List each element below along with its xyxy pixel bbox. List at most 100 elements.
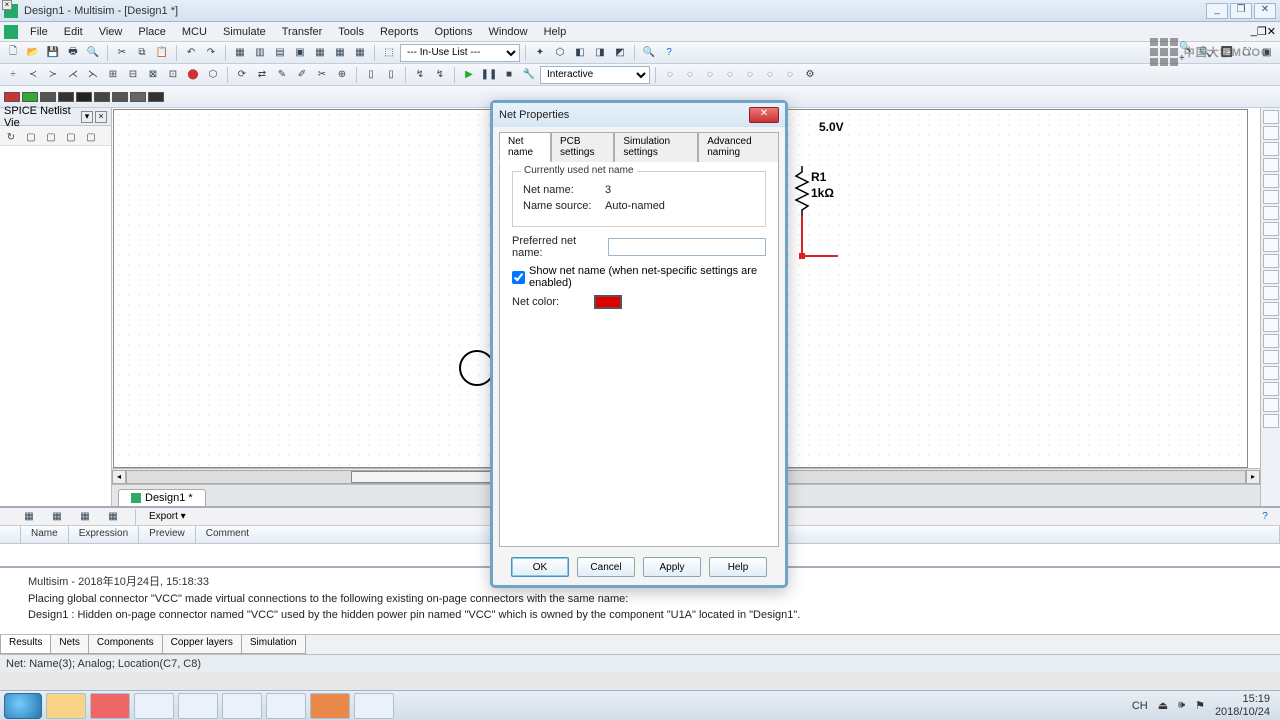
preferred-net-name-input[interactable] — [608, 238, 766, 256]
interactive-select[interactable]: Interactive — [540, 66, 650, 84]
mdi-close[interactable]: ✕ — [1267, 25, 1276, 38]
inst-6[interactable] — [1263, 190, 1279, 204]
tb-d[interactable]: ▣ — [291, 44, 309, 62]
watch-add-icon[interactable]: ▦ — [20, 508, 38, 526]
zoom-area-icon[interactable]: 🔲 — [1218, 44, 1236, 62]
tb-h[interactable]: ⬚ — [380, 44, 398, 62]
watch-b3[interactable]: ▦ — [76, 508, 94, 526]
watch-col-name[interactable]: Name — [21, 526, 69, 543]
place-part-icon[interactable]: ÷ — [4, 66, 22, 84]
chip-dark6[interactable] — [130, 92, 146, 102]
chip-dark2[interactable] — [58, 92, 74, 102]
inst-7[interactable] — [1263, 206, 1279, 220]
s8[interactable]: ⊠ — [144, 66, 162, 84]
s13[interactable]: ⇄ — [253, 66, 271, 84]
tab-net-name[interactable]: Net name — [499, 132, 551, 162]
chip-dark7[interactable] — [148, 92, 164, 102]
zoom-fit-icon[interactable]: ⛶ — [1238, 44, 1256, 62]
s4[interactable]: ⋌ — [64, 66, 82, 84]
redo-icon[interactable]: ↷ — [202, 44, 220, 62]
chip-dark3[interactable] — [76, 92, 92, 102]
open-icon[interactable]: 📂 — [24, 44, 42, 62]
chip-red[interactable] — [4, 92, 20, 102]
inst-18[interactable] — [1263, 382, 1279, 396]
copy-icon[interactable]: ⧉ — [133, 44, 151, 62]
scroll-left[interactable]: ◂ — [112, 470, 126, 484]
zoom-out-icon[interactable]: 🔍- — [1198, 44, 1216, 62]
s27[interactable]: ◌ — [761, 66, 779, 84]
inst-14[interactable] — [1263, 318, 1279, 332]
paste-icon[interactable]: 📋 — [153, 44, 171, 62]
menu-window[interactable]: Window — [480, 24, 535, 40]
inst-4[interactable] — [1263, 158, 1279, 172]
inst-17[interactable] — [1263, 366, 1279, 380]
refresh-icon[interactable]: ↻ — [2, 128, 20, 146]
print-icon[interactable]: 🖶 — [64, 44, 82, 62]
inst-5[interactable] — [1263, 174, 1279, 188]
inst-1[interactable] — [1263, 110, 1279, 124]
inst-8[interactable] — [1263, 222, 1279, 236]
menu-edit[interactable]: Edit — [56, 24, 91, 40]
tray-icon2[interactable]: 🕪 — [1178, 699, 1185, 712]
net-color-button[interactable] — [594, 295, 622, 309]
cancel-button[interactable]: Cancel — [577, 557, 635, 577]
dialog-close-button[interactable]: ✕ — [749, 107, 779, 123]
tb-n[interactable]: 🔍 — [640, 44, 658, 62]
inst-2[interactable] — [1263, 126, 1279, 140]
s24[interactable]: ◌ — [701, 66, 719, 84]
menu-place[interactable]: Place — [130, 24, 174, 40]
task-qq[interactable] — [134, 693, 174, 719]
s16[interactable]: ✂ — [313, 66, 331, 84]
tray-icon3[interactable]: ⚑ — [1195, 699, 1205, 712]
s14[interactable]: ✎ — [273, 66, 291, 84]
tb-f[interactable]: ▦ — [331, 44, 349, 62]
s2[interactable]: ≺ — [24, 66, 42, 84]
side-panel-dropdown[interactable]: ▾ — [81, 111, 93, 123]
s5[interactable]: ⋋ — [84, 66, 102, 84]
mdi-restore[interactable]: ❐ — [1257, 25, 1267, 38]
tab-pcb-settings[interactable]: PCB settings — [551, 132, 614, 162]
preview-icon[interactable]: 🔍 — [84, 44, 102, 62]
watch-col-preview[interactable]: Preview — [139, 526, 196, 543]
log-tab-components[interactable]: Components — [88, 635, 163, 654]
tb-i[interactable]: ✦ — [531, 44, 549, 62]
s9[interactable]: ⊡ — [164, 66, 182, 84]
menu-help[interactable]: Help — [536, 24, 575, 40]
tray-clock[interactable]: 15:19 2018/10/24 — [1215, 693, 1270, 717]
tab-design1[interactable]: Design1 * — [118, 489, 206, 506]
task-multisim[interactable] — [354, 693, 394, 719]
tray-icon1[interactable]: ⏏ — [1158, 699, 1168, 712]
sp-b2[interactable]: ▢ — [22, 128, 40, 146]
s15[interactable]: ✐ — [293, 66, 311, 84]
s26[interactable]: ◌ — [741, 66, 759, 84]
tb-k[interactable]: ◧ — [571, 44, 589, 62]
inst-3[interactable] — [1263, 142, 1279, 156]
save-icon[interactable]: 💾 — [44, 44, 62, 62]
tb-a[interactable]: ▦ — [231, 44, 249, 62]
minimize-button[interactable]: _ — [1206, 3, 1228, 19]
sp-b3[interactable]: ▢ — [42, 128, 60, 146]
export-button[interactable]: Export ▾ — [149, 511, 186, 522]
tb-c[interactable]: ▤ — [271, 44, 289, 62]
menu-reports[interactable]: Reports — [372, 24, 427, 40]
inst-13[interactable] — [1263, 302, 1279, 316]
tb-b[interactable]: ▥ — [251, 44, 269, 62]
undo-icon[interactable]: ↶ — [182, 44, 200, 62]
watch-help-icon[interactable]: ? — [1256, 508, 1274, 526]
ok-button[interactable]: OK — [511, 557, 569, 577]
help-button[interactable]: Help — [709, 557, 767, 577]
inst-9[interactable] — [1263, 238, 1279, 252]
task-pdf[interactable] — [90, 693, 130, 719]
run-icon[interactable]: ▶ — [460, 66, 478, 84]
watch-col-expr[interactable]: Expression — [69, 526, 139, 543]
log-close[interactable]: × — [2, 0, 12, 10]
s11[interactable]: ⬡ — [204, 66, 222, 84]
s10[interactable]: ⬤ — [184, 66, 202, 84]
tb-m[interactable]: ◩ — [611, 44, 629, 62]
ime-indicator[interactable]: CH — [1132, 700, 1148, 712]
inst-15[interactable] — [1263, 334, 1279, 348]
s18[interactable]: ▯ — [362, 66, 380, 84]
task-app1[interactable] — [46, 693, 86, 719]
apply-button[interactable]: Apply — [643, 557, 701, 577]
watch-b4[interactable]: ▦ — [104, 508, 122, 526]
